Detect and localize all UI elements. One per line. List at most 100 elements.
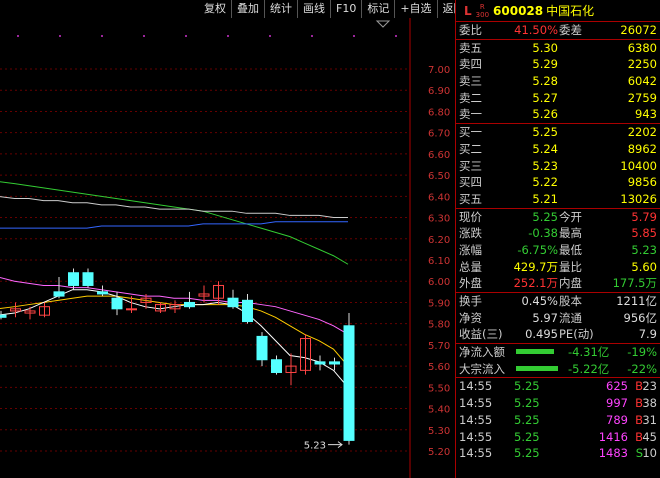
ask-label: 卖三: [459, 74, 482, 89]
flow-value: -5.22亿: [568, 361, 610, 376]
stat-value: 5.79: [631, 209, 657, 224]
ask-price: 5.28: [532, 74, 558, 89]
candle-body: [242, 299, 253, 323]
bid-row[interactable]: 买四 5.22 9856: [456, 174, 660, 191]
flow-bar: [516, 349, 554, 355]
stat-value: 5.85: [631, 226, 657, 241]
fund-label: 股本: [559, 294, 582, 308]
bid-row[interactable]: 买二 5.24 8962: [456, 141, 660, 158]
candle-body: [271, 359, 282, 373]
bid-row[interactable]: 买五 5.21 13026: [456, 191, 660, 209]
bid-label: 买二: [459, 141, 482, 156]
toolbar-mark-button[interactable]: 标记: [361, 0, 394, 18]
stat-value: -0.38: [528, 226, 558, 241]
toolbar-overlay-button[interactable]: 叠加: [231, 0, 264, 18]
quote-header: L R 300 600028 中国石化: [456, 0, 660, 22]
fund-value: 5.97: [532, 310, 558, 325]
stat-value: -6.75%: [517, 242, 558, 257]
bid-label: 买一: [459, 125, 482, 140]
price-stats: 现价 5.25 今开 5.79 涨跌 -0.38 最高 5.85 涨幅 -6.75% 最低 5.2…: [456, 209, 660, 293]
candle-body: [53, 291, 65, 297]
price-axis-label: 5.80: [428, 320, 450, 331]
capital-flows: 净流入额 -4.31亿 -19% 大宗流入 -5.22亿 -22%: [456, 344, 660, 379]
marker-dot: [269, 35, 271, 37]
fund-row: 净资 5.97 流通 956亿: [456, 310, 660, 327]
bid-label: 买五: [459, 191, 482, 206]
bid-label: 买四: [459, 175, 482, 190]
ask-row[interactable]: 卖四 5.29 2250: [456, 56, 660, 73]
toolbar-f10-button[interactable]: F10: [330, 0, 361, 18]
ask-label: 卖二: [459, 90, 482, 105]
flow-row: 大宗流入 -5.22亿 -22%: [456, 361, 660, 379]
tick-price: 5.25: [514, 396, 540, 411]
stat-value: 177.5万: [612, 276, 657, 291]
fund-row: 收益(三) 0.495 PE(动) 7.9: [456, 326, 660, 345]
marker-dot: [353, 35, 355, 37]
ask-row[interactable]: 卖一 5.26 943: [456, 106, 660, 125]
tick-volume: 1416: [598, 429, 628, 444]
stat-label: 涨跌: [459, 226, 482, 241]
fund-value: 0.495: [525, 327, 558, 342]
stat-value: 5.25: [532, 209, 558, 224]
bid-row[interactable]: 买一 5.25 2202: [456, 124, 660, 141]
price-axis-label: 5.60: [428, 362, 450, 373]
flow-row: 净流入额 -4.31亿 -19%: [456, 344, 660, 361]
marker-dot: [143, 35, 145, 37]
ask-row[interactable]: 卖二 5.27 2759: [456, 90, 660, 107]
flow-value: -4.31亿: [568, 345, 610, 360]
flow-label: 大宗流入: [459, 361, 505, 376]
ask-volume: 6042: [627, 74, 657, 89]
bid-volume: 10400: [620, 158, 657, 173]
fund-value: 1211亿: [616, 294, 657, 308]
tick-list: 14:55 5.25 625 B 23 14:55 5.25 997 B 38 14:55 5.2…: [456, 378, 660, 461]
toolbar-fuquan-button[interactable]: 复权: [199, 0, 231, 18]
price-axis-label: 6.70: [428, 129, 450, 140]
bid-row[interactable]: 买三 5.23 10400: [456, 158, 660, 175]
ask-volume: 6380: [627, 40, 657, 55]
chart-toolbar: 复权 叠加 统计 画线 F10 标记 +自选 返回: [199, 0, 465, 18]
tick-volume: 997: [606, 396, 628, 411]
marker-dot: [311, 35, 313, 37]
collapse-icon: [375, 20, 391, 28]
bid-price: 5.22: [532, 175, 558, 190]
tick-row: 14:55 5.25 997 B 38: [456, 395, 660, 412]
tick-volume: 625: [606, 379, 628, 394]
bid-price: 5.24: [532, 141, 558, 156]
ratio-diff-value: 26072: [620, 23, 657, 37]
stat-value: 5.60: [631, 259, 657, 274]
price-axis-label: 6.60: [428, 150, 450, 161]
toolbar-draw-button[interactable]: 画线: [297, 0, 330, 18]
marker-dot: [395, 35, 397, 37]
stat-label: 量比: [559, 259, 582, 274]
low-price-label: 5.23: [304, 441, 326, 452]
ask-price: 5.30: [532, 40, 558, 55]
candle-body: [227, 297, 239, 308]
fund-label: PE(动): [559, 327, 594, 342]
stat-value: 5.23: [631, 242, 657, 257]
toolbar-add-watchlist-button[interactable]: +自选: [394, 0, 436, 18]
ask-row[interactable]: 卖五 5.30 6380: [456, 40, 660, 57]
kline-chart[interactable]: 7.00 6.90 6.80 6.70 6.60 6.50 6.40 6.30 6.20 6.10…: [0, 0, 455, 478]
ask-row[interactable]: 卖三 5.28 6042: [456, 73, 660, 90]
ask-price: 5.27: [532, 90, 558, 105]
stat-row: 涨幅 -6.75% 最低 5.23: [456, 242, 660, 259]
stat-label: 总量: [459, 259, 482, 274]
r-badge: R 300: [476, 3, 489, 19]
fund-value: 7.9: [638, 327, 657, 342]
price-axis-label: 5.20: [428, 447, 450, 458]
flow-percent: -22%: [627, 361, 657, 376]
tick-price: 5.25: [514, 429, 540, 444]
kline-svg[interactable]: 7.00 6.90 6.80 6.70 6.60 6.50 6.40 6.30 6.20 6.10…: [0, 0, 455, 478]
price-axis-label: 5.70: [428, 341, 450, 352]
toolbar-stats-button[interactable]: 统计: [264, 0, 297, 18]
fund-row: 换手 0.45% 股本 1211亿: [456, 293, 660, 310]
ask-label: 卖四: [459, 57, 482, 72]
quote-panel: L R 300 600028 中国石化 委比 41.50% 委差 26072 卖五…: [455, 0, 660, 478]
price-axis-label: 7.00: [428, 65, 450, 76]
tick-price: 5.25: [514, 379, 540, 394]
ask-volume: 2250: [627, 57, 657, 72]
tick-time: 14:55: [459, 396, 493, 411]
stat-value: 252.1万: [513, 276, 558, 291]
candle-body: [126, 308, 137, 311]
stock-code: 600028: [493, 3, 544, 18]
